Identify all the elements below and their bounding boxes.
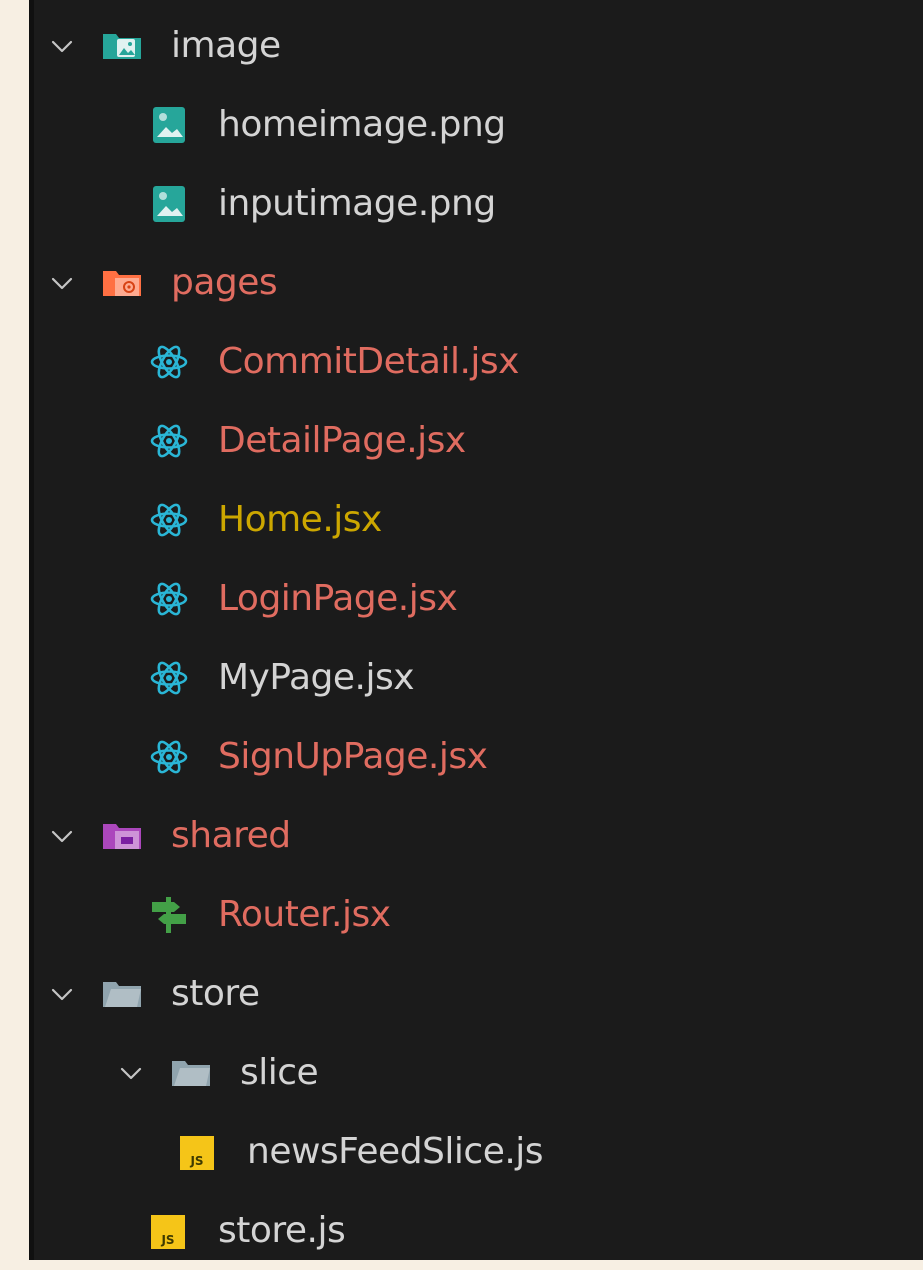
tree-file-row[interactable]: LoginPage.jsx xyxy=(34,559,923,638)
svg-text:JS: JS xyxy=(160,1233,174,1247)
image-file-icon xyxy=(148,104,190,146)
file-name: Home.jsx xyxy=(218,498,382,540)
folder-name: pages xyxy=(171,261,278,303)
svg-text:JS: JS xyxy=(189,1154,203,1168)
react-icon xyxy=(148,499,190,541)
tree-file-row[interactable]: homeimage.png xyxy=(34,85,923,164)
file-name: DetailPage.jsx xyxy=(218,419,466,461)
file-name: inputimage.png xyxy=(218,182,496,224)
react-icon xyxy=(148,341,190,383)
file-name: CommitDetail.jsx xyxy=(218,340,519,382)
file-name: newsFeedSlice.js xyxy=(247,1130,544,1172)
folder-name: image xyxy=(171,24,281,66)
tree-file-row[interactable]: JS newsFeedSlice.js xyxy=(34,1112,923,1191)
tree-file-row[interactable]: CommitDetail.jsx xyxy=(34,322,923,401)
tree-file-row[interactable]: Home.jsx xyxy=(34,480,923,559)
folder-name: store xyxy=(171,972,260,1014)
shared-folder-icon xyxy=(101,815,143,857)
react-icon xyxy=(148,657,190,699)
tree-folder-row[interactable]: pages xyxy=(34,243,923,322)
tree-file-row[interactable]: Router.jsx xyxy=(34,875,923,954)
file-name: MyPage.jsx xyxy=(218,656,415,698)
chevron-down-icon[interactable] xyxy=(49,823,75,849)
react-icon xyxy=(148,420,190,462)
folder-name: shared xyxy=(171,814,291,856)
folder-open-icon xyxy=(101,973,143,1015)
chevron-down-icon[interactable] xyxy=(49,981,75,1007)
image-folder-icon xyxy=(101,25,143,67)
image-file-icon xyxy=(148,183,190,225)
react-icon xyxy=(148,578,190,620)
router-icon xyxy=(148,894,190,936)
tree-folder-row[interactable]: shared xyxy=(34,796,923,875)
tree-file-row[interactable]: DetailPage.jsx xyxy=(34,401,923,480)
js-file-icon: JS xyxy=(177,1131,219,1173)
tree-file-row[interactable]: MyPage.jsx xyxy=(34,638,923,717)
file-name: store.js xyxy=(218,1209,346,1251)
js-file-icon: JS xyxy=(148,1210,190,1252)
tree-file-row[interactable]: inputimage.png xyxy=(34,164,923,243)
chevron-down-icon[interactable] xyxy=(49,33,75,59)
file-name: LoginPage.jsx xyxy=(218,577,458,619)
chevron-down-icon[interactable] xyxy=(118,1060,144,1086)
chevron-down-icon[interactable] xyxy=(49,270,75,296)
file-name: homeimage.png xyxy=(218,103,506,145)
pages-folder-icon xyxy=(101,262,143,304)
tree-file-row[interactable]: JS store.js xyxy=(34,1191,923,1270)
file-explorer-tree: image homeimage.png inputimage.png pages Com… xyxy=(29,0,923,1260)
file-name: Router.jsx xyxy=(218,893,391,935)
folder-open-icon xyxy=(170,1052,212,1094)
tree-folder-row[interactable]: slice xyxy=(34,1033,923,1112)
tree-folder-row[interactable]: store xyxy=(34,954,923,1033)
folder-name: slice xyxy=(240,1051,319,1093)
react-icon xyxy=(148,736,190,778)
file-name: SignUpPage.jsx xyxy=(218,735,488,777)
tree-folder-row[interactable]: image xyxy=(34,6,923,85)
tree-file-row[interactable]: SignUpPage.jsx xyxy=(34,717,923,796)
